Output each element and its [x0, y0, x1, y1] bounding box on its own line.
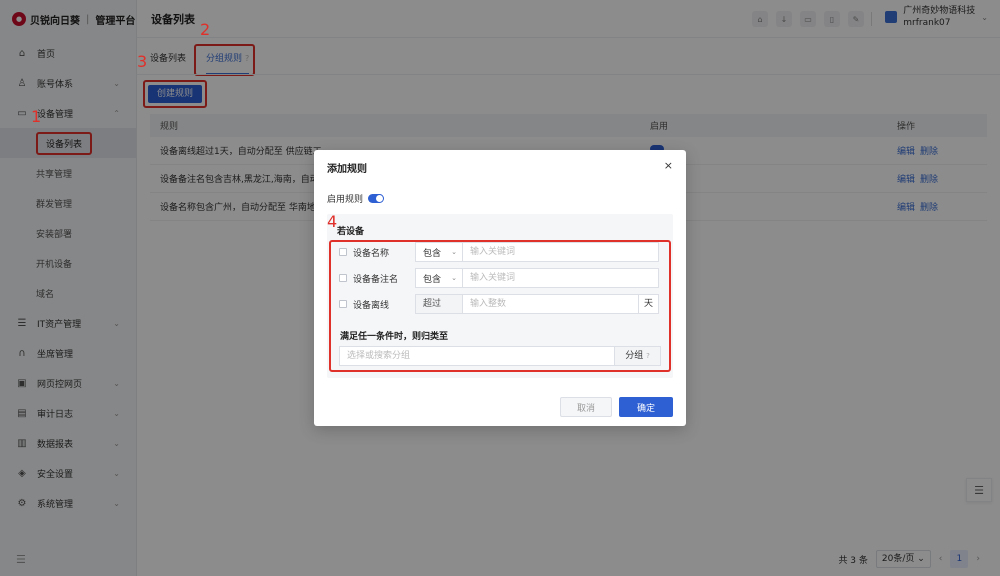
enable-rule-label: 启用规则: [327, 195, 364, 205]
enable-rule-toggle[interactable]: [368, 194, 385, 203]
condition-title: 若设备: [337, 227, 365, 237]
annotation-number: 1: [31, 107, 42, 126]
close-icon[interactable]: ×: [664, 159, 673, 172]
cancel-button[interactable]: 取消: [560, 397, 612, 417]
enable-rule-row: 启用规则: [327, 192, 385, 205]
annotation-number: 3: [137, 52, 148, 71]
annotation-box: [329, 240, 671, 372]
add-rule-dialog: 添加规则 × 启用规则 若设备 设备名称 包含 ⌄ 输入关键词 设备备注名 包含…: [314, 150, 686, 426]
annotation-number: 4: [327, 212, 338, 231]
confirm-button[interactable]: 确定: [619, 397, 673, 417]
annotation-number: 2: [200, 20, 211, 39]
dialog-title: 添加规则: [327, 164, 367, 175]
